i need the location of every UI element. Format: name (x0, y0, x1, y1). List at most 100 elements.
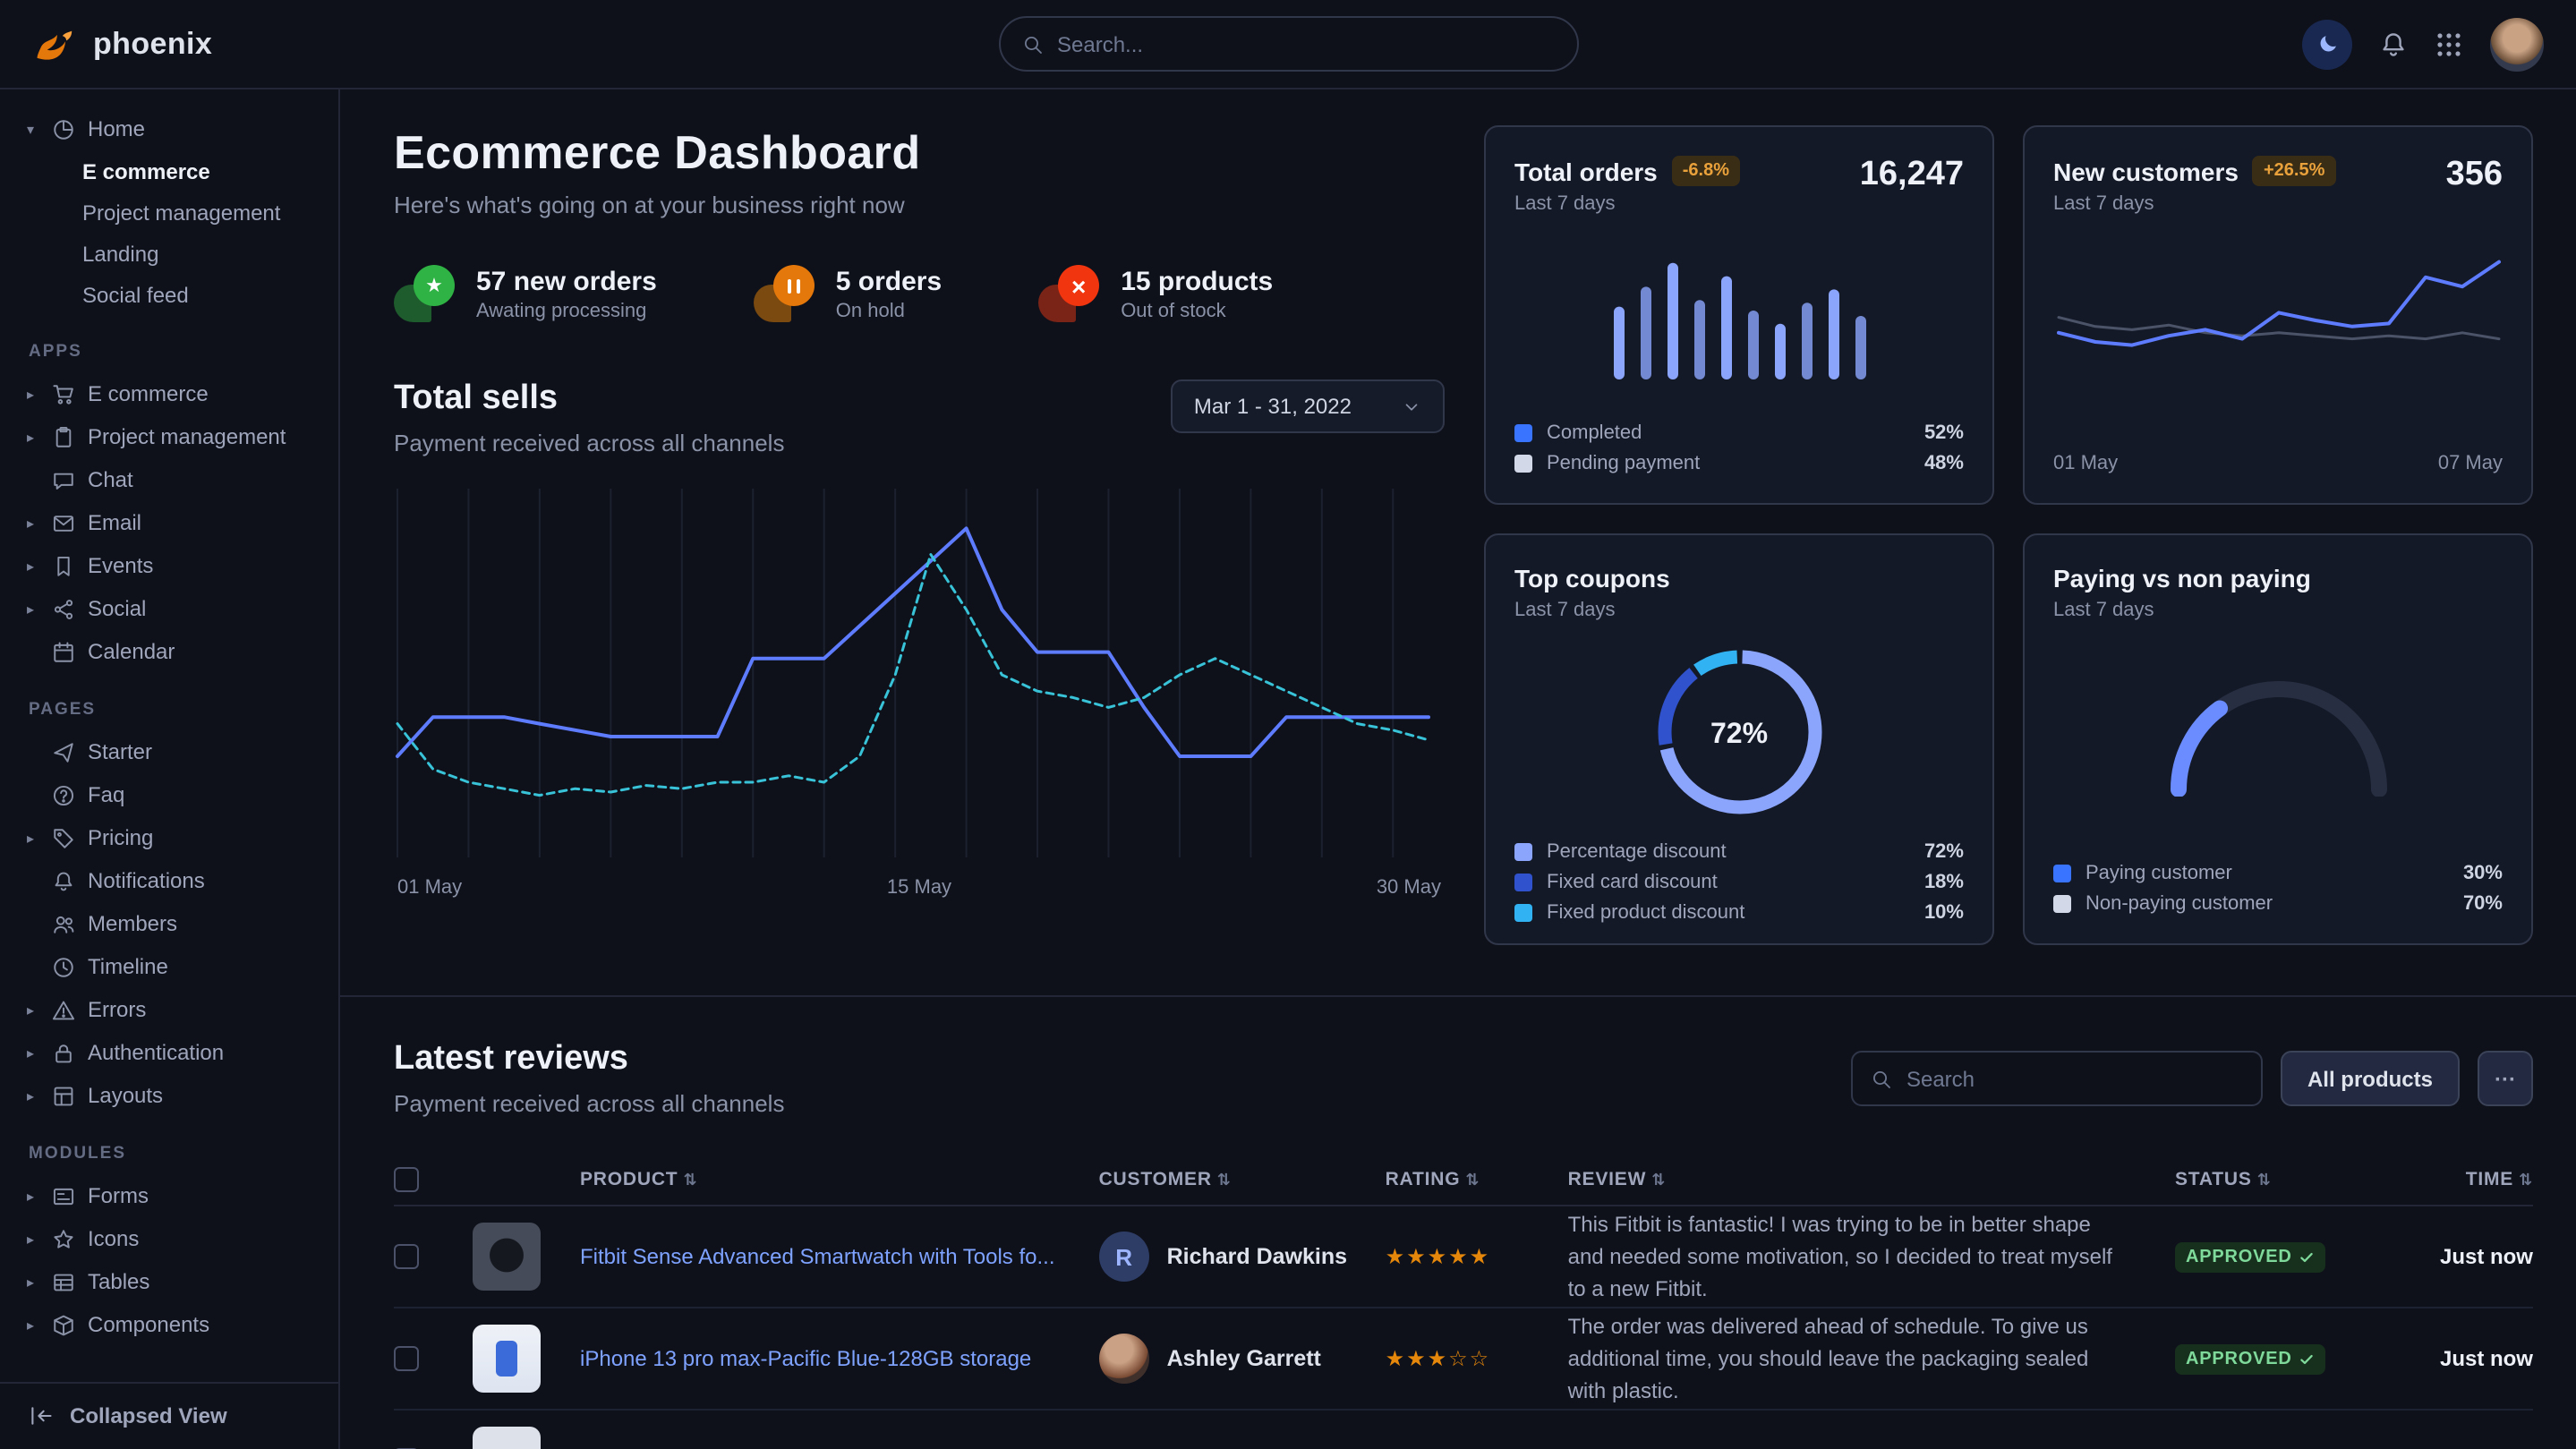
stat-caption: On hold (836, 300, 942, 321)
bell-icon (2379, 30, 2408, 58)
sidebar-item-icons[interactable]: ▸Icons (21, 1217, 324, 1260)
sidebar-item-pricing[interactable]: ▸Pricing (21, 816, 324, 859)
phoenix-logo-icon (32, 21, 79, 67)
product-thumbnail[interactable] (473, 1223, 541, 1291)
sidebar-item-label: Layouts (88, 1083, 163, 1108)
components-icon (52, 1313, 75, 1336)
sidebar-item-calendar[interactable]: Calendar (21, 630, 324, 673)
legend-swatch (1514, 904, 1532, 922)
sidebar-item-home[interactable]: ▾Home (21, 107, 324, 150)
sidebar-item-label: Chat (88, 467, 133, 492)
sidebar-item-label: Calendar (88, 639, 175, 664)
card-title: Top coupons (1514, 564, 1964, 592)
paying-vs-nonpaying-card: Paying vs non paying Last 7 days Paying … (2023, 533, 2533, 945)
legend-row: Fixed card discount18% (1514, 872, 1964, 893)
col-rating[interactable]: RATING⇅ (1386, 1168, 1550, 1189)
sidebar-item-starter[interactable]: Starter (21, 730, 324, 773)
customer-avatar: R (1099, 1232, 1149, 1282)
sidebar-item-errors[interactable]: ▸Errors (21, 988, 324, 1031)
notifications-button[interactable] (2379, 30, 2408, 58)
starter-icon (52, 740, 75, 763)
sidebar-item-project-management[interactable]: Project management (21, 192, 324, 233)
sidebar-item-components[interactable]: ▸ Components (21, 1303, 324, 1346)
legend-row: Non-paying customer70% (2053, 893, 2503, 915)
global-search-input[interactable] (1057, 31, 1555, 56)
card-period: Last 7 days (2053, 193, 2335, 215)
col-product[interactable]: PRODUCT⇅ (580, 1168, 1081, 1189)
product-thumbnail[interactable] (473, 1325, 541, 1393)
sidebar-item-social[interactable]: ▸Social (21, 587, 324, 630)
date-range-select[interactable]: Mar 1 - 31, 2022 (1171, 379, 1445, 433)
sidebar-item-tables[interactable]: ▸Tables (21, 1260, 324, 1303)
sidebar-item-layouts[interactable]: ▸ Layouts (21, 1074, 324, 1117)
sidebar-item-events[interactable]: ▸Events (21, 544, 324, 587)
row-checkbox[interactable] (394, 1244, 419, 1269)
sidebar-item-project-management[interactable]: ▸Project management (21, 415, 324, 458)
sidebar-item-label: Email (88, 510, 141, 535)
sidebar-item-label: Components (88, 1312, 209, 1337)
caret-right-icon: ▸ (21, 830, 39, 846)
sidebar-item-members[interactable]: Members (21, 902, 324, 945)
legend-value: 72% (1924, 841, 1964, 863)
legend-swatch (1514, 455, 1532, 473)
reviews-controls: All products ··· (1851, 1051, 2533, 1106)
caret-right-icon: ▸ (21, 515, 39, 531)
row-checkbox[interactable] (394, 1346, 419, 1371)
legend-label: Percentage discount (1547, 841, 1727, 863)
col-time[interactable]: TIME⇅ (2393, 1168, 2533, 1189)
sidebar-item-timeline[interactable]: Timeline (21, 945, 324, 988)
caret-right-icon: ▸ (21, 1087, 39, 1104)
global-search[interactable] (998, 16, 1578, 72)
trend-badge: -6.8% (1672, 156, 1740, 186)
sidebar-section-pages: PAGES (29, 700, 324, 720)
reviews-search[interactable] (1851, 1051, 2263, 1106)
sidebar-item-authentication[interactable]: ▸Authentication (21, 1031, 324, 1074)
sidebar-item-label: Errors (88, 997, 146, 1022)
legend-label: Non-paying customer (2086, 893, 2273, 915)
navbar-actions (2302, 17, 2544, 71)
sidebar-item-e-commerce[interactable]: E commerce (21, 150, 324, 192)
more-options-button[interactable]: ··· (2478, 1051, 2533, 1106)
product-link[interactable]: iPhone 13 pro max-Pacific Blue-128GB sto… (580, 1346, 1081, 1371)
x-tick: 07 May (2438, 453, 2503, 474)
check-icon (2299, 1351, 2316, 1367)
brand-logo[interactable]: phoenix (32, 21, 212, 67)
collapsed-view-button[interactable]: Collapsed View (0, 1381, 338, 1449)
apps-grid-button[interactable] (2435, 30, 2463, 58)
legend-row: Pending payment48% (1514, 453, 1964, 474)
stat-caption: Out of stock (1121, 300, 1273, 321)
all-products-button[interactable]: All products (2281, 1051, 2460, 1106)
col-customer[interactable]: CUSTOMER⇅ (1099, 1168, 1368, 1189)
sidebar-item-email[interactable]: ▸ Email (21, 501, 324, 544)
card-title: Paying vs non paying (2053, 564, 2503, 592)
chat-icon (52, 468, 75, 491)
paying-gauge-chart (2144, 650, 2412, 802)
sidebar-item-faq[interactable]: Faq (21, 773, 324, 816)
sidebar-item-notifications[interactable]: Notifications (21, 859, 324, 902)
legend-value: 52% (1924, 422, 1964, 444)
legend-label: Fixed card discount (1547, 872, 1718, 893)
theme-toggle-button[interactable] (2302, 19, 2352, 69)
top-navbar: phoenix (0, 0, 2576, 89)
notifications-icon (52, 869, 75, 892)
user-avatar[interactable] (2490, 17, 2544, 71)
reviews-search-input[interactable] (1906, 1066, 2243, 1091)
sidebar-item-landing[interactable]: Landing (21, 233, 324, 274)
sidebar-item-social-feed[interactable]: Social feed (21, 274, 324, 315)
col-status[interactable]: STATUS⇅ (2175, 1168, 2376, 1189)
sidebar-item-e-commerce[interactable]: ▸E commerce (21, 372, 324, 415)
sidebar-item-label: Timeline (88, 954, 168, 979)
col-review[interactable]: REVIEW⇅ (1568, 1168, 2157, 1189)
total-sells-title: Total sells (394, 379, 784, 419)
product-thumbnail[interactable] (473, 1427, 541, 1449)
stat-awating-processing: ★57 new ordersAwating processing (394, 265, 657, 322)
sidebar-item-forms[interactable]: ▸Forms (21, 1174, 324, 1217)
forms-icon (52, 1184, 75, 1207)
caret-right-icon: ▸ (21, 1317, 39, 1333)
review-time: Just now (2393, 1244, 2533, 1269)
select-all-checkbox[interactable] (394, 1166, 419, 1191)
product-link[interactable]: Fitbit Sense Advanced Smartwatch with To… (580, 1244, 1081, 1269)
calendar-icon (52, 640, 75, 663)
rating-stars: ★★★★★ (1386, 1244, 1550, 1269)
sidebar-item-chat[interactable]: Chat (21, 458, 324, 501)
